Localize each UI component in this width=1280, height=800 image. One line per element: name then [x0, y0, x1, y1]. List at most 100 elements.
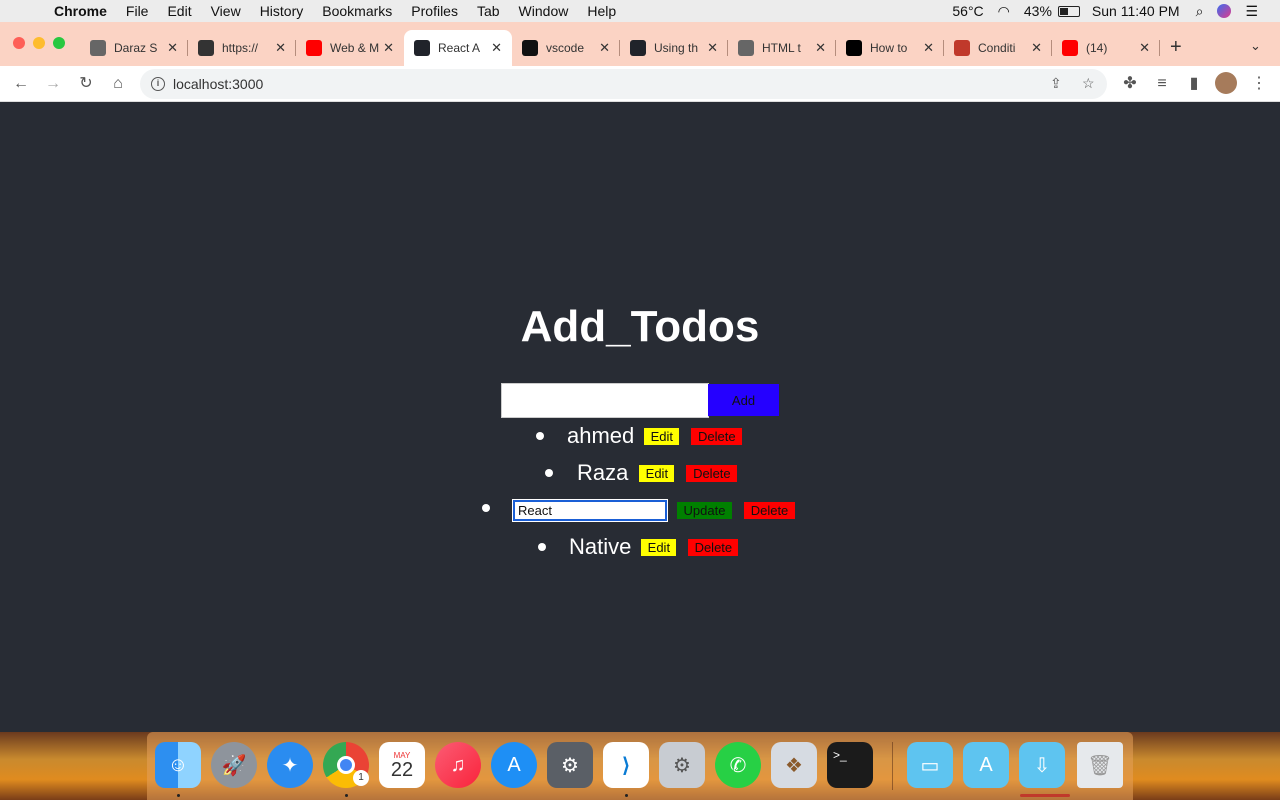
menu-profiles[interactable]: Profiles [411, 3, 458, 19]
spotlight-search-icon[interactable]: ⌕ [1196, 3, 1204, 20]
media-control-icon[interactable]: ≡ [1152, 74, 1172, 94]
app-store-icon[interactable]: A [491, 742, 537, 788]
browser-tab[interactable]: Conditi ✕ [944, 30, 1052, 66]
delete-button[interactable]: Delete [686, 464, 738, 482]
update-button[interactable]: Update [677, 501, 732, 519]
menu-view[interactable]: View [211, 3, 241, 19]
terminal-icon[interactable]: >_ [827, 742, 873, 788]
finder-icon[interactable]: ☺ [155, 742, 201, 788]
browser-tab[interactable]: vscode ✕ [512, 30, 620, 66]
clock[interactable]: Sun 11:40 PM [1092, 3, 1180, 19]
close-tab-icon[interactable]: ✕ [599, 40, 610, 56]
delete-button[interactable]: Delete [688, 538, 739, 556]
browser-tab[interactable]: Web & M ✕ [296, 30, 404, 66]
trash-icon[interactable]: 🗑 [1077, 742, 1123, 788]
control-center-icon[interactable]: ☰ [1245, 3, 1258, 20]
close-tab-icon[interactable]: ✕ [383, 40, 394, 56]
menu-history[interactable]: History [260, 3, 304, 19]
globe-icon [738, 40, 754, 56]
siri-icon[interactable] [1217, 4, 1232, 18]
bookmark-star-icon[interactable]: ☆ [1082, 75, 1095, 92]
documents-folder-icon[interactable]: ▭ [907, 742, 953, 788]
close-window-button[interactable] [13, 37, 25, 49]
minimize-window-button[interactable] [33, 37, 45, 49]
tab-title: Using th [654, 41, 699, 55]
edit-button[interactable]: Edit [641, 538, 677, 556]
browser-tab[interactable]: https:// ✕ [188, 30, 296, 66]
site-info-icon[interactable]: i [151, 77, 165, 91]
temperature-readout[interactable]: 56°C [952, 3, 983, 19]
tab-title: HTML t [762, 41, 801, 55]
calendar-icon[interactable]: MAY 22 [379, 742, 425, 788]
applications-folder-icon[interactable]: A [963, 742, 1009, 788]
list-bullet [482, 504, 490, 512]
browser-tab[interactable]: React A ✕ [404, 30, 512, 66]
vscode-icon[interactable]: ⟩ [603, 742, 649, 788]
launchpad-icon[interactable]: 🚀 [211, 742, 257, 788]
browser-tab[interactable]: (14) ✕ [1052, 30, 1160, 66]
battery-icon[interactable] [1057, 5, 1080, 17]
list-bullet [538, 543, 546, 551]
close-tab-icon[interactable]: ✕ [491, 40, 502, 56]
todo-text: Native [569, 534, 632, 559]
close-tab-icon[interactable]: ✕ [1139, 40, 1150, 56]
todo-input[interactable] [501, 383, 709, 418]
side-panel-icon[interactable]: ▮ [1184, 74, 1204, 94]
delete-button[interactable]: Delete [744, 501, 795, 519]
wifi-icon[interactable]: ◠ [998, 3, 1010, 20]
close-tab-icon[interactable]: ✕ [923, 40, 934, 56]
edit-button[interactable]: Edit [644, 427, 680, 445]
close-tab-icon[interactable]: ✕ [815, 40, 826, 56]
url-text[interactable]: localhost:3000 [173, 76, 263, 92]
browser-tab[interactable]: Using th ✕ [620, 30, 728, 66]
close-tab-icon[interactable]: ✕ [707, 40, 718, 56]
profile-avatar[interactable] [1215, 72, 1237, 94]
browser-tab[interactable]: Daraz S ✕ [80, 30, 188, 66]
browser-tab[interactable]: HTML t ✕ [728, 30, 836, 66]
safari-icon[interactable]: ✦ [267, 742, 313, 788]
whatsapp-icon[interactable]: ✆ [715, 742, 761, 788]
tab-search-chevron-icon[interactable]: ⌄ [1250, 38, 1261, 54]
menu-bookmarks[interactable]: Bookmarks [322, 3, 392, 19]
preview-icon[interactable]: ❖ [771, 742, 817, 788]
todo-text: ahmed [567, 423, 635, 448]
react-app-page: Add_Todos Add ahmed Edit Delete Raza Edi… [0, 102, 1280, 732]
todo-item: Raza Edit Delete [545, 459, 738, 487]
music-icon[interactable]: ♫ [435, 742, 481, 788]
delete-button[interactable]: Delete [691, 427, 743, 445]
browser-tab[interactable]: How to ✕ [836, 30, 944, 66]
menu-edit[interactable]: Edit [167, 3, 191, 19]
add-button[interactable]: Add [708, 384, 779, 416]
downloads-folder-icon[interactable]: ⇩ [1019, 742, 1065, 788]
page-title: Add_Todos [520, 302, 760, 351]
menu-tab[interactable]: Tab [477, 3, 500, 19]
github-icon [522, 40, 538, 56]
macos-menubar: Chrome File Edit View History Bookmarks … [0, 0, 1280, 22]
home-button[interactable]: ⌂ [108, 74, 128, 94]
edit-button[interactable]: Edit [639, 464, 675, 482]
close-tab-icon[interactable]: ✕ [1031, 40, 1042, 56]
back-button[interactable]: ← [11, 74, 31, 94]
forward-button[interactable]: → [43, 74, 63, 94]
menu-app-name[interactable]: Chrome [54, 3, 107, 19]
reload-button[interactable]: ↻ [76, 74, 96, 94]
new-tab-button[interactable]: + [1170, 36, 1182, 59]
address-bar[interactable]: i localhost:3000 ⇪ ☆ [140, 69, 1107, 99]
list-bullet [545, 469, 553, 477]
menu-help[interactable]: Help [587, 3, 616, 19]
close-tab-icon[interactable]: ✕ [275, 40, 286, 56]
menu-window[interactable]: Window [519, 3, 569, 19]
system-preferences-icon[interactable]: ⚙ [547, 742, 593, 788]
close-tab-icon[interactable]: ✕ [167, 40, 178, 56]
zoom-window-button[interactable] [53, 37, 65, 49]
chrome-menu-icon[interactable]: ⋮ [1249, 74, 1269, 94]
menu-file[interactable]: File [126, 3, 149, 19]
battery-percent[interactable]: 43% [1024, 3, 1052, 19]
globe-icon [90, 40, 106, 56]
utilities-gear-icon[interactable]: ⚙ [659, 742, 705, 788]
todo-edit-input[interactable]: React [512, 498, 668, 522]
tab-title: React A [438, 41, 481, 55]
extensions-puzzle-icon[interactable]: ✤ [1120, 74, 1140, 94]
todo-item: Native Edit Delete [538, 533, 739, 561]
share-icon[interactable]: ⇪ [1050, 75, 1062, 92]
